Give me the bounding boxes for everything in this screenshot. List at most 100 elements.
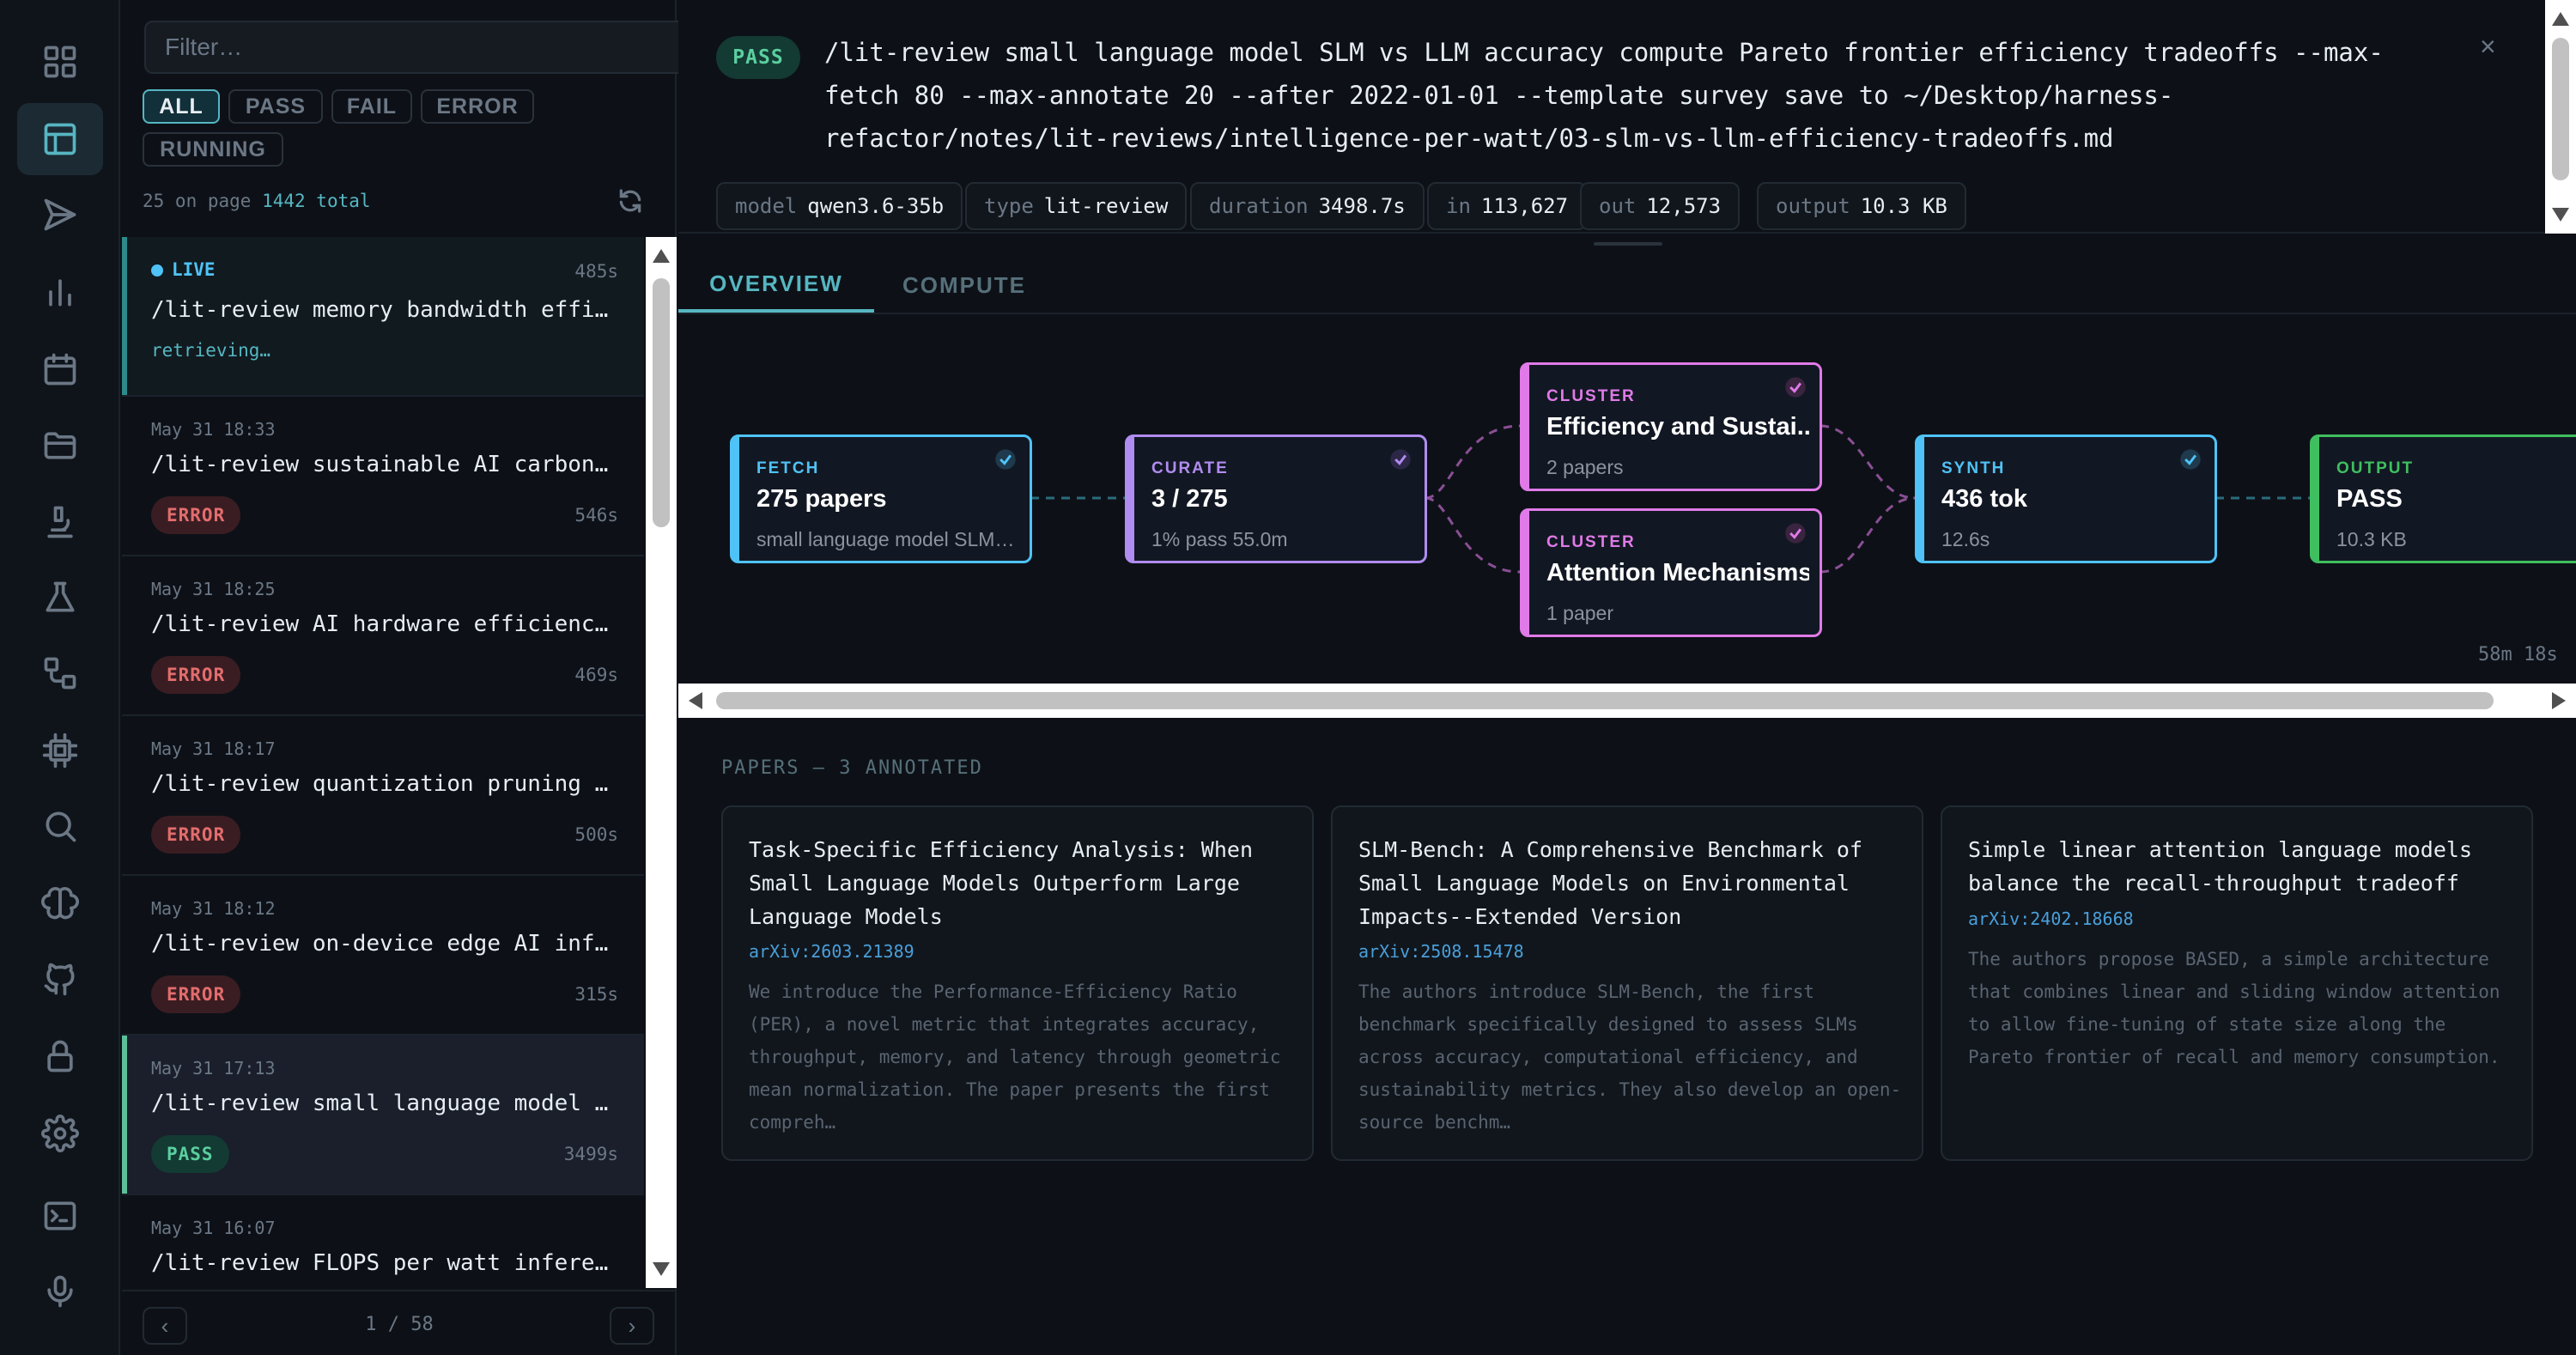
header-scrollbar[interactable] bbox=[2545, 0, 2576, 234]
scroll-thumb[interactable] bbox=[716, 692, 2494, 709]
paper-card[interactable]: SLM-Bench: A Comprehensive Benchmark of … bbox=[1331, 805, 1923, 1161]
chip-running[interactable]: RUNNING bbox=[143, 132, 283, 167]
run-item[interactable]: May 31 16:07 /lit-review FLOPS per watt … bbox=[122, 1195, 644, 1288]
scroll-down-icon[interactable] bbox=[2552, 208, 2569, 222]
paper-arxiv-link[interactable]: arXiv:2402.18668 bbox=[1968, 908, 2134, 929]
node-accent bbox=[1127, 437, 1134, 561]
paper-title: SLM-Bench: A Comprehensive Benchmark of … bbox=[1358, 837, 1862, 929]
chip-error[interactable]: ERROR bbox=[421, 89, 534, 124]
folder-icon[interactable] bbox=[17, 409, 103, 481]
check-icon bbox=[1388, 447, 1413, 471]
resize-handle[interactable] bbox=[1594, 242, 1662, 246]
node-value: Attention Mechanisms ... bbox=[1546, 559, 1809, 586]
next-page-button[interactable]: › bbox=[610, 1307, 654, 1345]
scroll-up-icon[interactable] bbox=[653, 249, 670, 263]
node-value: PASS bbox=[2336, 485, 2403, 513]
node-output[interactable]: OUTPUT PASS 10.3 KB bbox=[2310, 434, 2576, 563]
run-date: May 31 16:07 bbox=[151, 1218, 276, 1238]
scroll-up-icon[interactable] bbox=[2552, 12, 2569, 26]
tab-overview[interactable]: OVERVIEW bbox=[678, 258, 874, 313]
node-value: 3 / 275 bbox=[1151, 485, 1228, 513]
run-list-panel: ALL PASS FAIL ERROR RUNNING 25 on page 1… bbox=[122, 0, 776, 1355]
node-synth[interactable]: SYNTH 436 tok 12.6s bbox=[1915, 434, 2217, 563]
run-item-live[interactable]: LIVE 485s /lit-review memory bandwidth e… bbox=[122, 237, 644, 397]
microphone-icon[interactable] bbox=[17, 1255, 103, 1328]
dashboard-icon[interactable] bbox=[17, 26, 103, 98]
papers-heading: PAPERS — 3 ANNOTATED bbox=[721, 757, 983, 779]
scroll-down-icon[interactable] bbox=[653, 1262, 670, 1276]
node-accent bbox=[1522, 365, 1529, 489]
git-icon[interactable] bbox=[17, 943, 103, 1015]
node-subtitle: 1% pass 55.0m bbox=[1151, 528, 1288, 550]
node-cluster-1[interactable]: CLUSTER Efficiency and Sustai... 2 paper… bbox=[1520, 362, 1822, 491]
node-cluster-2[interactable]: CLUSTER Attention Mechanisms ... 1 paper bbox=[1520, 508, 1822, 637]
node-value: Efficiency and Sustai... bbox=[1546, 413, 1809, 441]
node-fetch[interactable]: FETCH 275 papers small language model SL… bbox=[730, 434, 1032, 563]
refresh-icon[interactable] bbox=[617, 187, 644, 215]
node-subtitle: small language model SLM vs... bbox=[756, 528, 1019, 550]
meta-value: 3498.7s bbox=[1318, 194, 1406, 218]
icon-rail bbox=[0, 0, 120, 1355]
run-item-selected[interactable]: May 31 17:13 /lit-review small language … bbox=[122, 1036, 644, 1195]
flask-icon[interactable] bbox=[17, 562, 103, 634]
run-item[interactable]: May 31 18:17 /lit-review quantization pr… bbox=[122, 716, 644, 876]
send-icon[interactable] bbox=[17, 179, 103, 251]
paper-arxiv-link[interactable]: arXiv:2603.21389 bbox=[749, 941, 914, 962]
chip-fail[interactable]: FAIL bbox=[331, 89, 412, 124]
calendar-icon[interactable] bbox=[17, 333, 103, 405]
run-date: May 31 18:17 bbox=[151, 738, 276, 759]
paper-card[interactable]: Task-Specific Efficiency Analysis: When … bbox=[721, 805, 1314, 1161]
search-icon[interactable] bbox=[17, 790, 103, 862]
meta-input-tokens: in 113,627 bbox=[1427, 182, 1588, 230]
brain-icon[interactable] bbox=[17, 867, 103, 939]
paper-title: Task-Specific Efficiency Analysis: When … bbox=[749, 837, 1253, 929]
meta-key: in bbox=[1446, 194, 1471, 218]
scroll-left-icon[interactable] bbox=[689, 692, 702, 709]
tab-compute[interactable]: COMPUTE bbox=[874, 258, 1054, 313]
node-type: SYNTH bbox=[1941, 459, 2006, 477]
run-list-scrollbar[interactable] bbox=[646, 237, 677, 1288]
chip-pass[interactable]: PASS bbox=[228, 89, 323, 124]
run-duration: 485s bbox=[574, 261, 618, 282]
pipeline-scrollbar[interactable] bbox=[678, 684, 2576, 718]
node-value: 275 papers bbox=[756, 485, 887, 513]
scroll-right-icon[interactable] bbox=[2552, 692, 2566, 709]
chip-all[interactable]: ALL bbox=[143, 89, 220, 124]
meta-key: output bbox=[1776, 194, 1850, 218]
node-accent bbox=[1522, 511, 1529, 635]
paper-arxiv-link[interactable]: arXiv:2508.15478 bbox=[1358, 941, 1524, 962]
page-indicator: 1 / 58 bbox=[365, 1314, 434, 1335]
status-badge: PASS bbox=[151, 1135, 229, 1173]
paper-card[interactable]: Simple linear attention language models … bbox=[1941, 805, 2533, 1161]
scroll-thumb[interactable] bbox=[653, 278, 670, 527]
status-badge: PASS bbox=[716, 36, 800, 79]
run-duration: 546s bbox=[574, 505, 618, 526]
status-badge: ERROR bbox=[151, 656, 241, 694]
microscope-icon[interactable] bbox=[17, 486, 103, 558]
close-icon[interactable]: × bbox=[2480, 31, 2496, 63]
run-detail: PASS /lit-review small language model SL… bbox=[678, 0, 2576, 1355]
node-subtitle: 2 papers bbox=[1546, 456, 1624, 478]
node-accent bbox=[1917, 437, 1924, 561]
status-badge: ERROR bbox=[151, 975, 241, 1013]
run-duration: 315s bbox=[574, 984, 618, 1005]
gear-icon[interactable] bbox=[17, 1097, 103, 1170]
terminal-icon[interactable] bbox=[17, 1180, 103, 1252]
bar-chart-icon[interactable] bbox=[17, 256, 103, 328]
table-icon[interactable] bbox=[17, 103, 103, 175]
meta-key: duration bbox=[1209, 194, 1309, 218]
lock-icon[interactable] bbox=[17, 1020, 103, 1092]
node-subtitle: 10.3 KB bbox=[2336, 528, 2407, 550]
run-item[interactable]: May 31 18:25 /lit-review AI hardware eff… bbox=[122, 556, 644, 716]
run-item[interactable]: May 31 18:12 /lit-review on-device edge … bbox=[122, 876, 644, 1036]
node-type: CLUSTER bbox=[1546, 387, 1636, 405]
scroll-thumb[interactable] bbox=[2552, 38, 2569, 180]
node-subtitle: 12.6s bbox=[1941, 528, 1990, 550]
node-curate[interactable]: CURATE 3 / 275 1% pass 55.0m bbox=[1125, 434, 1427, 563]
link-curate-cluster2 bbox=[1425, 496, 1521, 574]
run-item[interactable]: May 31 18:33 /lit-review sustainable AI … bbox=[122, 397, 644, 556]
meta-output-tokens: out 12,573 bbox=[1580, 182, 1741, 230]
chip-icon[interactable] bbox=[17, 714, 103, 787]
paper-abstract: We introduce the Performance-Efficiency … bbox=[749, 981, 1281, 1133]
workflow-icon[interactable] bbox=[17, 637, 103, 709]
